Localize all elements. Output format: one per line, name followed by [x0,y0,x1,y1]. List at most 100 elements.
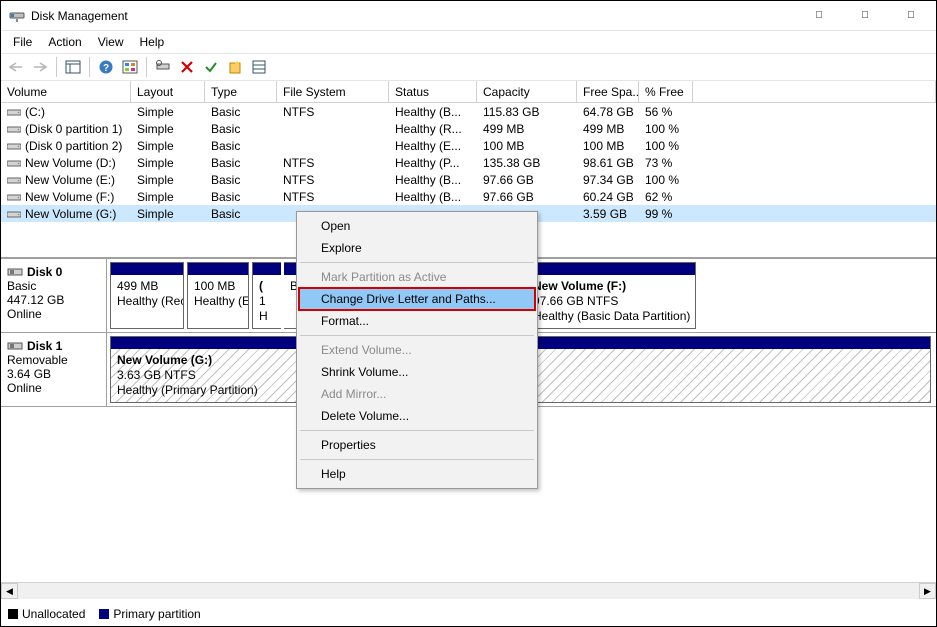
partition-size: 499 MB [117,279,177,294]
context-menu-item[interactable]: Open [299,215,535,237]
show-hide-tree-button[interactable] [62,56,84,78]
column-free[interactable]: Free Spa... [577,81,639,102]
drive-icon [7,158,21,168]
context-menu-item[interactable]: Shrink Volume... [299,361,535,383]
volume-layout: Simple [131,105,205,119]
column-status[interactable]: Status [389,81,477,102]
volume-row[interactable]: New Volume (D:)SimpleBasicNTFSHealthy (P… [1,154,936,171]
volume-row[interactable]: (Disk 0 partition 1)SimpleBasicHealthy (… [1,120,936,137]
minimize-button[interactable]:  [796,1,842,31]
volume-capacity: 115.83 GB [477,105,577,119]
toolbar-separator [146,57,147,77]
partition[interactable]: (1H [252,262,281,329]
partition[interactable]: New Volume (F:)97.66 GB NTFSHealthy (Bas… [526,262,696,329]
partition[interactable]: 499 MBHealthy (Reco [110,262,184,329]
disk-size: 447.12 GB [7,293,100,307]
volume-row[interactable]: New Volume (F:)SimpleBasicNTFSHealthy (B… [1,188,936,205]
context-menu-item[interactable]: Change Drive Letter and Paths... [299,288,535,310]
column-percent[interactable]: % Free [639,81,693,102]
volume-status: Healthy (B... [389,190,477,204]
volume-row[interactable]: (Disk 0 partition 2)SimpleBasicHealthy (… [1,137,936,154]
drive-icon [7,141,21,151]
volume-capacity: 499 MB [477,122,577,136]
volume-capacity: 97.66 GB [477,190,577,204]
volume-fs: NTFS [277,173,389,187]
volume-free: 60.24 GB [577,190,639,204]
volume-free: 3.59 GB [577,207,639,221]
disk-icon [7,339,23,353]
refresh-button[interactable] [152,56,174,78]
scroll-right-button[interactable]: ▶ [919,583,936,599]
volume-free: 98.61 GB [577,156,639,170]
volume-percent: 62 % [639,190,693,204]
context-menu-item[interactable]: Format... [299,310,535,332]
settings-button[interactable] [119,56,141,78]
volume-layout: Simple [131,122,205,136]
context-menu-item[interactable]: Explore [299,237,535,259]
svg-text:?: ? [103,63,109,74]
maximize-button[interactable]:  [842,1,888,31]
volume-free: 97.34 GB [577,173,639,187]
legend-unallocated-swatch [8,609,18,619]
column-type[interactable]: Type [205,81,277,102]
column-capacity[interactable]: Capacity [477,81,577,102]
list-button[interactable] [248,56,270,78]
column-filesystem[interactable]: File System [277,81,389,102]
volume-row[interactable]: New Volume (E:)SimpleBasicNTFSHealthy (B… [1,171,936,188]
partition-title: ( [259,279,275,294]
volume-list[interactable]: (C:)SimpleBasicNTFSHealthy (B...115.83 G… [1,103,936,222]
volume-fs: NTFS [277,105,389,119]
disk-state: Online [7,307,100,321]
forward-button[interactable] [29,56,51,78]
close-button[interactable]:  [888,1,934,31]
volume-type: Basic [205,139,277,153]
partition-body: 100 MBHealthy (E [188,275,248,313]
volume-fs: NTFS [277,190,389,204]
volume-percent: 100 % [639,122,693,136]
menu-file[interactable]: File [5,33,40,51]
context-menu-separator [300,335,534,336]
menu-help[interactable]: Help [132,33,173,51]
partition-status: H [259,309,275,324]
delete-button[interactable] [176,56,198,78]
context-menu-item[interactable]: Properties [299,434,535,456]
drive-icon [7,107,21,117]
partition-body: (1H [253,275,281,328]
menu-view[interactable]: View [90,33,132,51]
volume-layout: Simple [131,190,205,204]
context-menu-separator [300,262,534,263]
volume-type: Basic [205,105,277,119]
menu-action[interactable]: Action [40,33,89,51]
disk-info: Disk 1Removable3.64 GBOnline [1,333,107,406]
context-menu[interactable]: OpenExplore Mark Partition as ActiveChang… [296,211,538,489]
context-menu-item: Extend Volume... [299,339,535,361]
context-menu-item[interactable]: Delete Volume... [299,405,535,427]
volume-status: Healthy (P... [389,156,477,170]
disk-info: Disk 0Basic447.12 GBOnline [1,259,107,332]
scroll-track[interactable] [18,583,919,599]
column-layout[interactable]: Layout [131,81,205,102]
horizontal-scrollbar[interactable]: ◀ ▶ [1,582,936,599]
partition-body: 499 MBHealthy (Reco [111,275,183,313]
volume-status: Healthy (B... [389,173,477,187]
partition-title: New Volume (F:) [533,279,689,294]
checkmark-button[interactable] [200,56,222,78]
partition-size: 100 MB [194,279,242,294]
column-volume[interactable]: Volume [1,81,131,102]
context-menu-item[interactable]: Help [299,463,535,485]
help-button[interactable]: ? [95,56,117,78]
volume-name: New Volume (D:) [25,156,116,170]
partition[interactable]: 100 MBHealthy (E [187,262,249,329]
new-item-button[interactable] [224,56,246,78]
volume-layout: Simple [131,156,205,170]
volume-type: Basic [205,207,277,221]
scroll-left-button[interactable]: ◀ [1,583,18,599]
back-button[interactable] [5,56,27,78]
context-menu-item: Mark Partition as Active [299,266,535,288]
context-menu-item: Add Mirror... [299,383,535,405]
volume-layout: Simple [131,173,205,187]
volume-type: Basic [205,190,277,204]
volume-row[interactable]: (C:)SimpleBasicNTFSHealthy (B...115.83 G… [1,103,936,120]
drive-icon [7,175,21,185]
volume-percent: 73 % [639,156,693,170]
